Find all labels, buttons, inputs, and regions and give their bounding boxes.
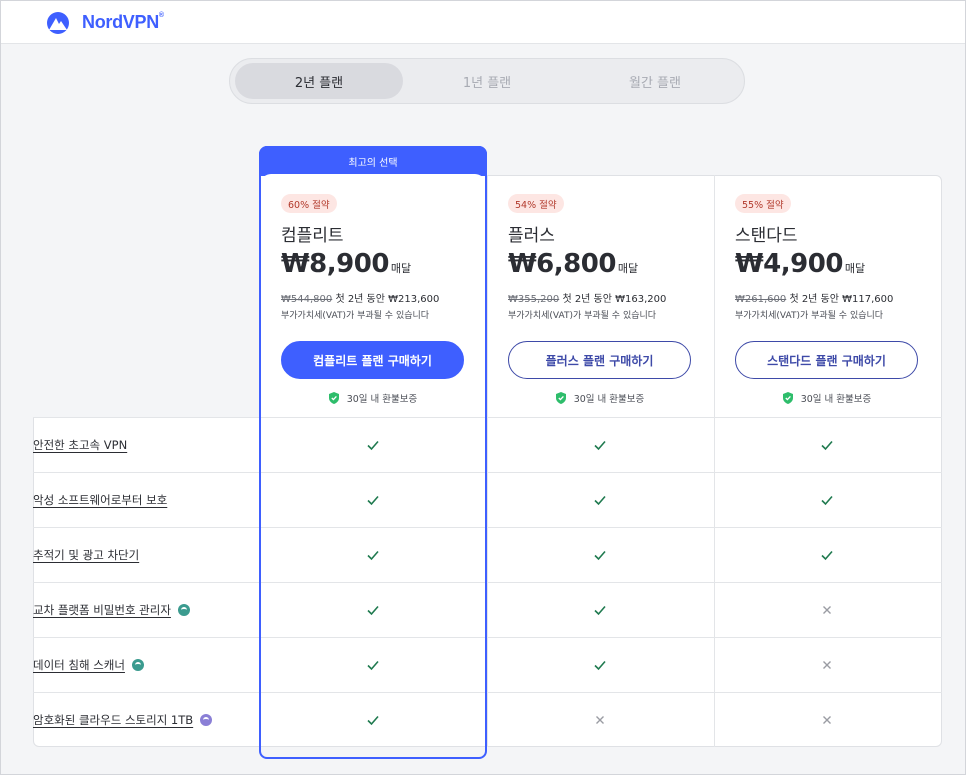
price-unit: 매달 [844, 262, 866, 275]
cross-icon [590, 710, 610, 730]
price-value: ₩4,900 [735, 249, 843, 279]
plan-name: 스탠다드 [735, 226, 798, 246]
vat-note: 부가가치세(VAT)가 부과될 수 있습니다 [508, 311, 657, 321]
check-icon [817, 435, 837, 455]
vat-note: 부가가치세(VAT)가 부과될 수 있습니다 [735, 311, 884, 321]
row-divider [33, 637, 942, 638]
brand-name: NordVPN® [82, 11, 164, 32]
discount-badge: 55% 절약 [735, 194, 791, 213]
best-choice-ribbon: 최고의 선택 [259, 146, 487, 176]
tab-1-year[interactable]: 1년 플랜 [403, 63, 571, 99]
row-divider [33, 692, 942, 693]
header: NordVPN® [1, 1, 965, 44]
plan-duration-tabs: 2년 플랜 1년 플랜 월간 플랜 [229, 58, 745, 104]
billing-total: 첫 2년 동안 ₩163,200 [562, 294, 667, 305]
billing-total: 첫 2년 동안 ₩117,600 [789, 294, 894, 305]
refund-text: 30일 내 환불보증 [800, 394, 872, 405]
feature-label-malware[interactable]: 악성 소프트웨어로부터 보호 [33, 492, 167, 508]
buy-complete-button[interactable]: 컴플리트 플랜 구매하기 [281, 341, 464, 379]
cross-icon [817, 710, 837, 730]
refund-text: 30일 내 환불보증 [573, 394, 645, 405]
price-value: ₩8,900 [281, 249, 389, 279]
feature-label-password[interactable]: 교차 플랫폼 비밀번호 관리자 [33, 602, 190, 618]
price-unit: 매달 [390, 262, 412, 275]
refund-text: 30일 내 환불보증 [346, 394, 418, 405]
nordlocker-icon [200, 714, 213, 726]
check-icon [590, 655, 610, 675]
plan-price: ₩4,900 매달 [735, 249, 865, 279]
check-icon [590, 600, 610, 620]
feature-text[interactable]: 악성 소프트웨어로부터 보호 [33, 492, 167, 508]
tab-monthly[interactable]: 월간 플랜 [571, 63, 739, 99]
feature-label-breach[interactable]: 데이터 침해 스캐너 [33, 657, 144, 673]
tab-2-year[interactable]: 2년 플랜 [235, 63, 403, 99]
mountain-logo-icon [47, 12, 69, 34]
check-icon [363, 655, 383, 675]
discount-badge: 60% 절약 [281, 194, 337, 213]
plan-price: ₩6,800 매달 [508, 249, 638, 279]
check-icon [590, 490, 610, 510]
original-price: ₩355,200 [508, 294, 560, 305]
column-divider [487, 175, 488, 747]
discount-badge: 54% 절약 [508, 194, 564, 213]
feature-label-vpn[interactable]: 안전한 초고속 VPN [33, 437, 127, 453]
original-price: ₩544,800 [281, 294, 333, 305]
billing-info: ₩544,800 첫 2년 동안 ₩213,600 [281, 290, 439, 305]
column-divider [714, 175, 715, 747]
buy-plus-button[interactable]: 플러스 플랜 구매하기 [508, 341, 691, 379]
original-price: ₩261,600 [735, 294, 787, 305]
plan-name: 컴플리트 [281, 226, 344, 246]
refund-guarantee: 30일 내 환불보증 [486, 391, 714, 405]
feature-text[interactable]: 교차 플랫폼 비밀번호 관리자 [33, 602, 171, 618]
billing-total: 첫 2년 동안 ₩213,600 [335, 294, 440, 305]
feature-label-tracker[interactable]: 추적기 및 광고 차단기 [33, 547, 139, 563]
plan-price: ₩8,900 매달 [281, 249, 411, 279]
price-value: ₩6,800 [508, 249, 616, 279]
check-icon [363, 435, 383, 455]
check-icon [363, 600, 383, 620]
refund-guarantee: 30일 내 환불보증 [713, 391, 941, 405]
feature-label-storage[interactable]: 암호화된 클라우드 스토리지 1TB [33, 712, 213, 728]
feature-text[interactable]: 암호화된 클라우드 스토리지 1TB [33, 712, 193, 728]
billing-info: ₩355,200 첫 2년 동안 ₩163,200 [508, 290, 666, 305]
cross-icon [817, 655, 837, 675]
refund-guarantee: 30일 내 환불보증 [259, 391, 487, 405]
billing-info: ₩261,600 첫 2년 동안 ₩117,600 [735, 290, 893, 305]
nordpass-icon [131, 659, 144, 671]
check-icon [817, 490, 837, 510]
check-icon [363, 710, 383, 730]
table-corner-blank [33, 175, 261, 418]
nordpass-icon [177, 604, 190, 616]
shield-check-icon [555, 392, 566, 404]
feature-text[interactable]: 안전한 초고속 VPN [33, 437, 127, 453]
buy-standard-button[interactable]: 스탠다드 플랜 구매하기 [735, 341, 918, 379]
check-icon [590, 435, 610, 455]
feature-text[interactable]: 추적기 및 광고 차단기 [33, 547, 139, 563]
row-divider [33, 527, 942, 528]
price-unit: 매달 [617, 262, 639, 275]
shield-check-icon [782, 392, 793, 404]
check-icon [590, 545, 610, 565]
cross-icon [817, 600, 837, 620]
shield-check-icon [328, 392, 339, 404]
row-divider [33, 472, 942, 473]
check-icon [363, 490, 383, 510]
check-icon [363, 545, 383, 565]
vat-note: 부가가치세(VAT)가 부과될 수 있습니다 [281, 311, 430, 321]
row-divider [33, 582, 942, 583]
nordvpn-logo[interactable]: NordVPN® [42, 10, 164, 34]
check-icon [817, 545, 837, 565]
plan-name: 플러스 [508, 226, 555, 246]
row-divider [33, 417, 942, 418]
feature-text[interactable]: 데이터 침해 스캐너 [33, 657, 125, 673]
